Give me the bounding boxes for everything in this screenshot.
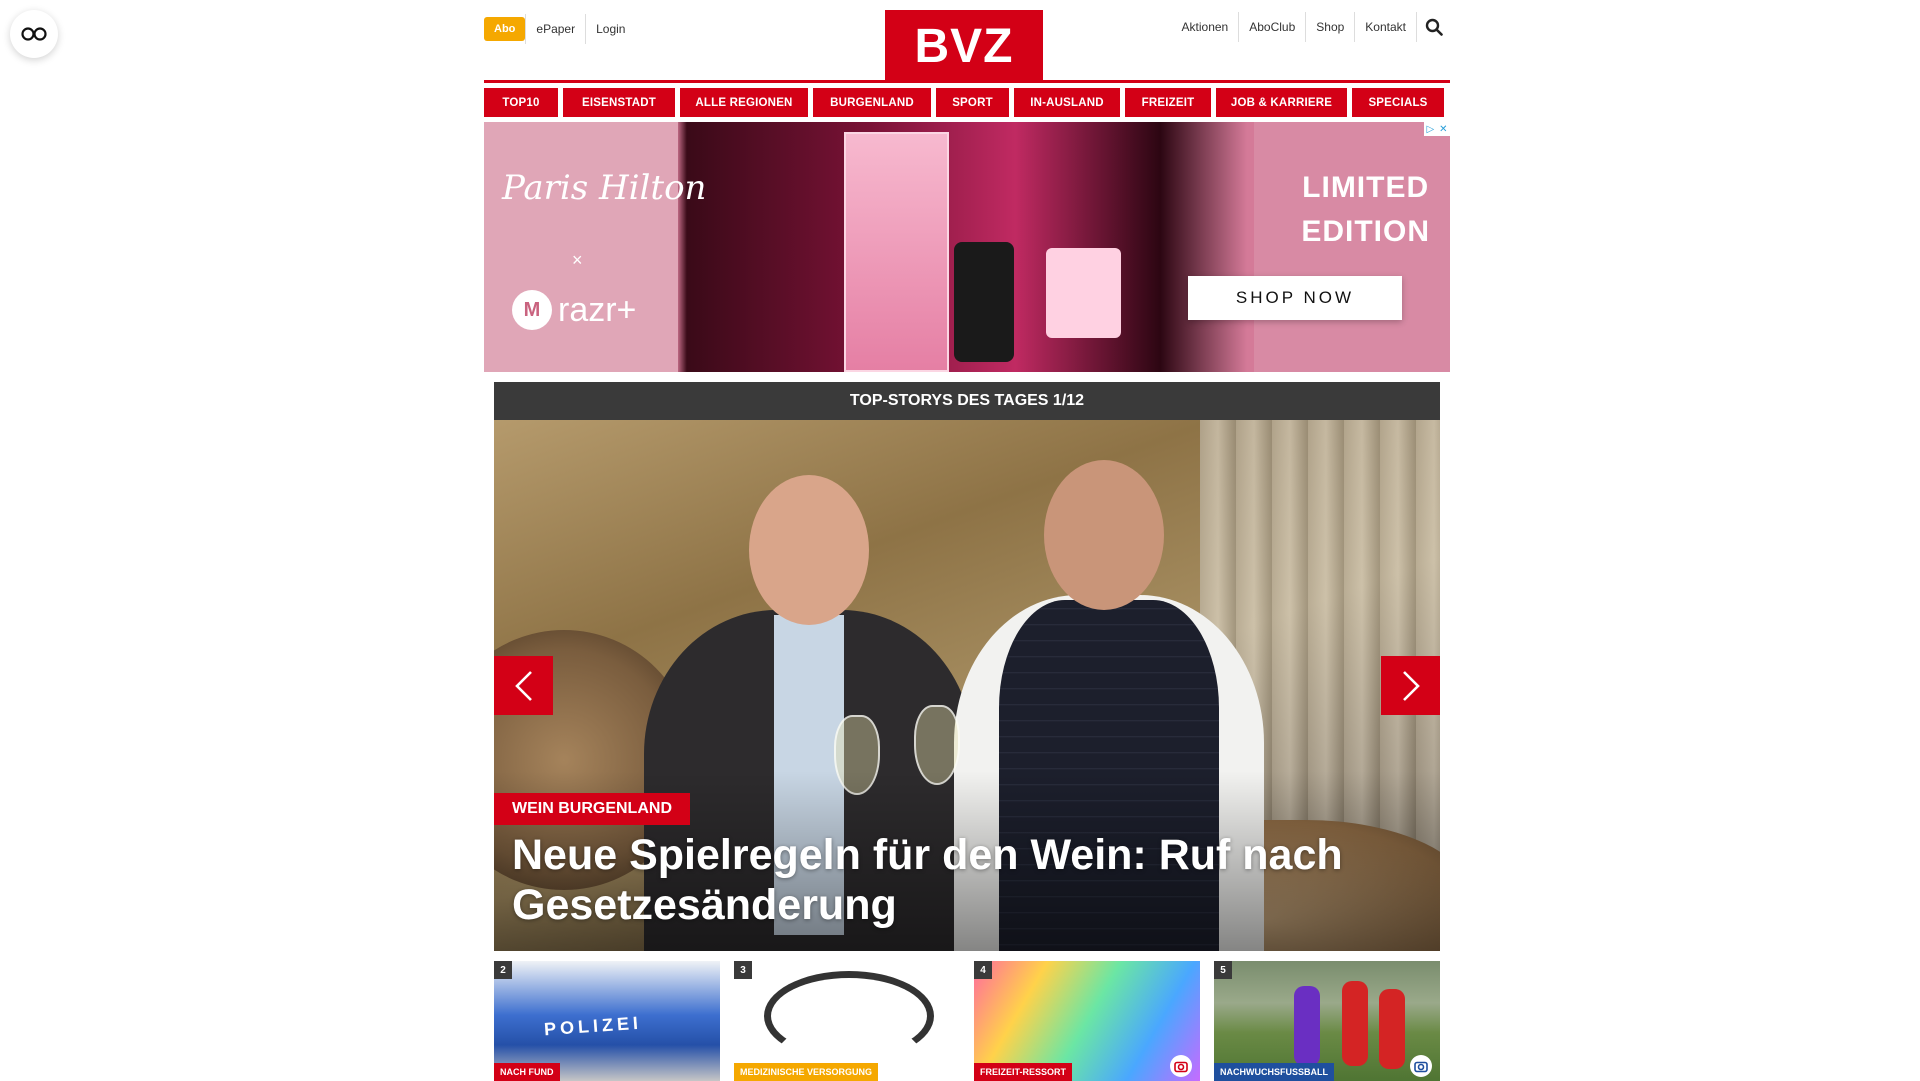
teaser-card[interactable]: 5 NACHWUCHSFUSSBALL	[1214, 961, 1440, 1081]
nav-specials[interactable]: SPECIALS	[1352, 88, 1444, 117]
person-head	[1044, 460, 1164, 610]
teaser-card[interactable]: 3 MEDIZINISCHE VERSORGUNG	[734, 961, 960, 1081]
search-button[interactable]	[1416, 12, 1450, 42]
ad-phone-image	[954, 242, 1014, 362]
ad-choices[interactable]: ▷ ✕	[1424, 122, 1450, 136]
ad-headline-line2: EDITION	[1301, 215, 1430, 248]
header-right-links: Aktionen AboClub Shop Kontakt	[1172, 12, 1450, 42]
carousel-prev-button[interactable]	[494, 656, 553, 715]
page-container: Abo ePaper Login BVZ Aktionen AboClub Sh…	[484, 0, 1450, 1081]
player-image	[1379, 989, 1405, 1069]
kontakt-link[interactable]: Kontakt	[1354, 12, 1416, 42]
teaser-number: 4	[974, 961, 992, 979]
teaser-number: 2	[494, 961, 512, 979]
teaser-tag: FREIZEIT-RESSORT	[974, 1063, 1073, 1081]
ad-brand-script: Paris Hilton	[502, 168, 707, 208]
nav-alle-regionen[interactable]: ALLE REGIONEN	[680, 88, 808, 117]
ad-shop-now-button[interactable]: SHOP NOW	[1188, 276, 1402, 320]
accessibility-icon	[21, 27, 47, 41]
login-link[interactable]: Login	[585, 14, 635, 44]
aboclub-link[interactable]: AboClub	[1238, 12, 1305, 42]
ad-choices-icon[interactable]: ▷	[1426, 124, 1434, 135]
camera-icon	[1410, 1055, 1432, 1077]
hero-kicker[interactable]: WEIN BURGENLAND	[494, 793, 690, 825]
ad-partner-logo: M razr+	[512, 290, 636, 330]
ad-times-sign: ×	[572, 250, 583, 270]
story-teasers: 2 POLIZEI NACH FUND 3 MEDIZINISCHE VERSO…	[494, 961, 1440, 1081]
nav-eisenstadt[interactable]: EISENSTADT	[563, 88, 675, 117]
motorola-logo-icon: M	[512, 290, 552, 330]
hero-story[interactable]: WEIN BURGENLAND Neue Spielregeln für den…	[494, 420, 1440, 951]
ad-partner-name: razr+	[558, 290, 637, 329]
person-head	[749, 475, 869, 625]
teaser-tag: NACHWUCHSFUSSBALL	[1214, 1063, 1334, 1081]
nav-top10[interactable]: TOP10	[484, 88, 558, 117]
player-image	[1342, 981, 1368, 1066]
teaser-number: 5	[1214, 961, 1232, 979]
teaser-number: 3	[734, 961, 752, 979]
search-icon	[1425, 18, 1443, 36]
stethoscope-image	[764, 971, 934, 1061]
camera-icon	[1170, 1055, 1192, 1077]
ad-close-icon[interactable]: ✕	[1439, 124, 1447, 135]
accessibility-button[interactable]	[10, 10, 58, 58]
nav-job-karriere[interactable]: JOB & KARRIERE	[1216, 88, 1347, 117]
carousel-next-button[interactable]	[1381, 656, 1440, 715]
top-stories: TOP-STORYS DES TAGES 1/12 WEIN BURGENLAN…	[494, 382, 1440, 951]
teaser-card[interactable]: 2 POLIZEI NACH FUND	[494, 961, 720, 1081]
teaser-tag: MEDIZINISCHE VERSORGUNG	[734, 1063, 879, 1081]
ad-left-panel	[484, 122, 678, 372]
site-header: Abo ePaper Login BVZ Aktionen AboClub Sh…	[484, 0, 1450, 83]
ad-product-box-image	[844, 132, 949, 372]
top-stories-heading: TOP-STORYS DES TAGES 1/12	[494, 382, 1440, 420]
nav-sport[interactable]: SPORT	[936, 88, 1009, 117]
teaser-tag: NACH FUND	[494, 1063, 560, 1081]
hero-headline[interactable]: Neue Spielregeln für den Wein: Ruf nach …	[512, 830, 1392, 930]
abo-button[interactable]: Abo	[484, 17, 526, 41]
nav-burgenland[interactable]: BURGENLAND	[813, 88, 931, 117]
ad-headline: LIMITED EDITION	[1301, 166, 1430, 254]
header-left-links: Abo ePaper Login	[484, 14, 635, 44]
teaser-image-text: POLIZEI	[543, 1012, 643, 1040]
chevron-right-icon	[1402, 670, 1420, 701]
advertisement-banner[interactable]: Paris Hilton × M razr+ LIMITED EDITION S…	[484, 122, 1450, 372]
ad-headline-line1: LIMITED	[1302, 171, 1430, 204]
site-logo[interactable]: BVZ	[885, 10, 1043, 83]
ad-pink-phone-image	[1046, 248, 1121, 338]
epaper-link[interactable]: ePaper	[525, 14, 585, 44]
nav-freizeit[interactable]: FREIZEIT	[1125, 88, 1211, 117]
shop-link[interactable]: Shop	[1305, 12, 1354, 42]
teaser-card[interactable]: 4 FREIZEIT-RESSORT	[974, 961, 1200, 1081]
main-nav: TOP10 EISENSTADT ALLE REGIONEN BURGENLAN…	[484, 88, 1450, 117]
player-image	[1294, 986, 1320, 1066]
chevron-left-icon	[514, 670, 532, 701]
nav-in-ausland[interactable]: IN-AUSLAND	[1014, 88, 1120, 117]
aktionen-link[interactable]: Aktionen	[1172, 12, 1239, 42]
